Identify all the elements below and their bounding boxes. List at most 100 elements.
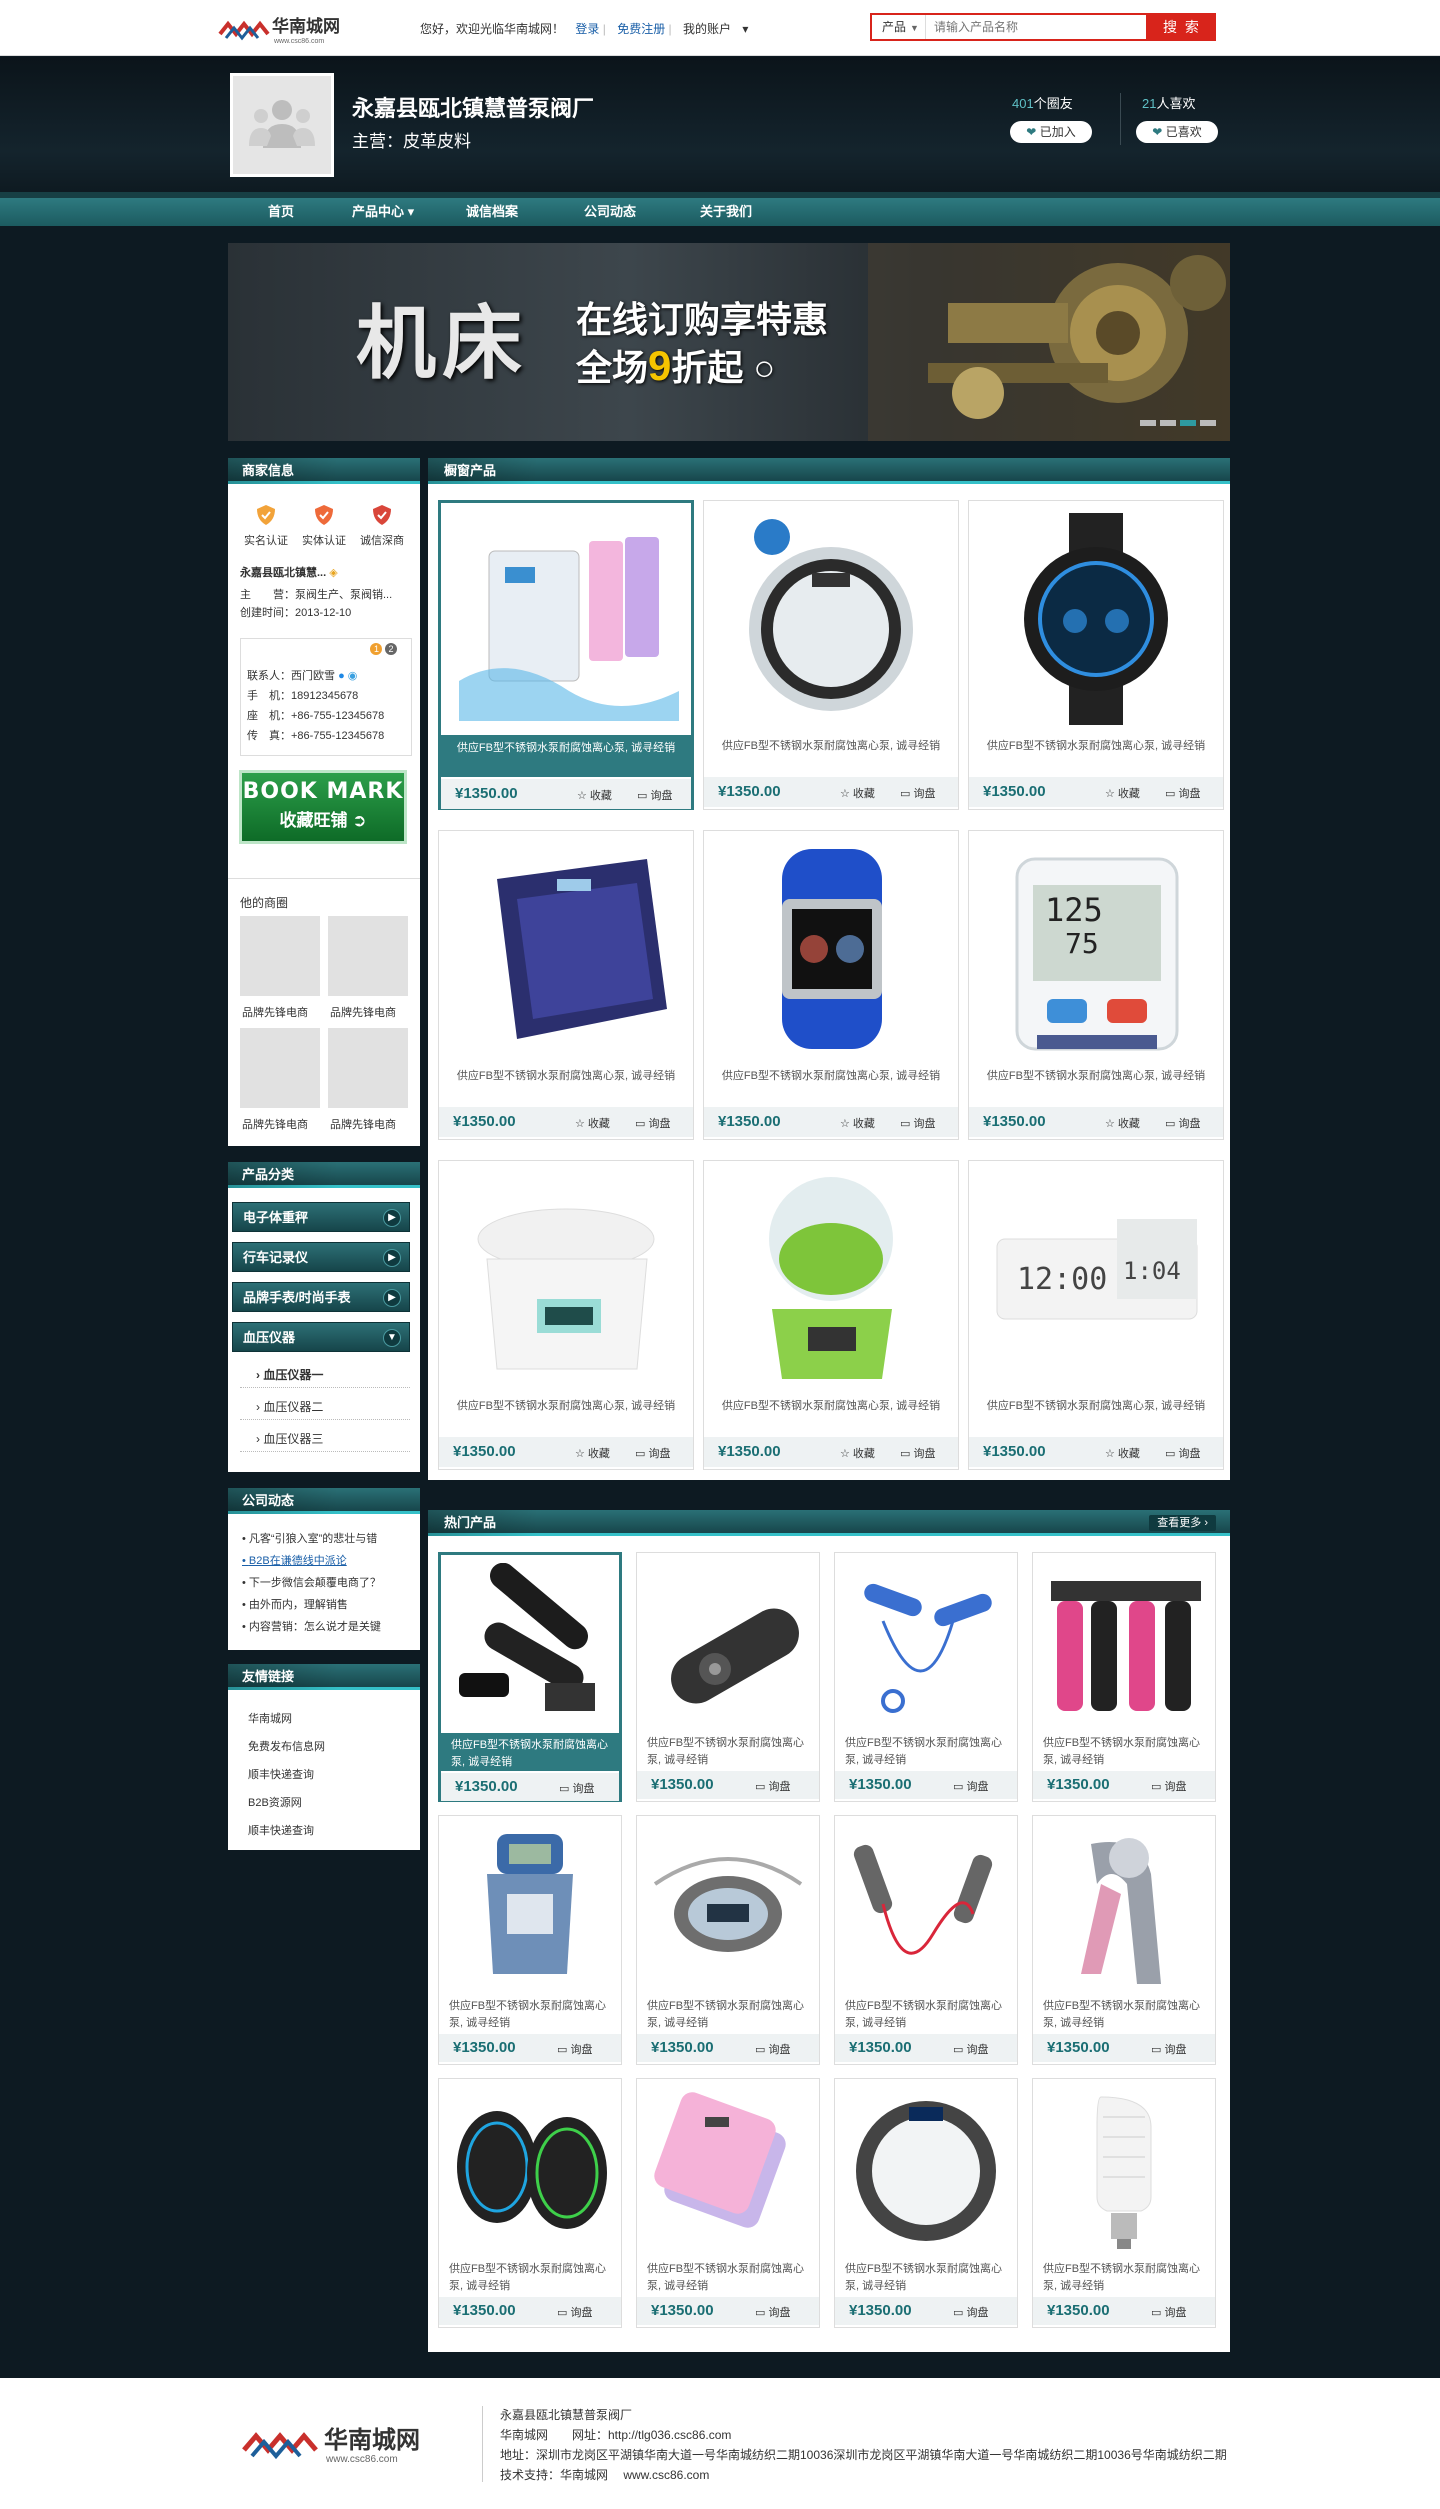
site-logo[interactable]: 华南城网 www.csc86.com	[218, 12, 353, 46]
inquiry-button[interactable]: ▭ 询盘	[1151, 2041, 1186, 2057]
promo-banner[interactable]: 机床 在线订购享特惠 全场9折起 ○	[228, 243, 1230, 441]
product-title[interactable]: 供应FB型不锈钢水泵耐腐蚀离心泵, 诚寻经销	[637, 1994, 819, 2032]
inquiry-button[interactable]: ▭ 询盘	[953, 1778, 988, 1794]
favorite-button[interactable]: ☆ 收藏	[1105, 785, 1140, 801]
inquiry-button[interactable]: ▭ 询盘	[900, 1115, 935, 1131]
pink-scale-icon[interactable]	[645, 2087, 811, 2255]
shop-thumb[interactable]	[328, 916, 408, 996]
scale-icon[interactable]	[449, 511, 687, 731]
product-title[interactable]: 供应FB型不锈钢水泵耐腐蚀离心泵, 诚寻经销	[704, 1393, 958, 1435]
news-item[interactable]: • B2B在谦德线中派论	[242, 1552, 347, 1568]
inquiry-button[interactable]: ▭ 询盘	[1151, 1778, 1186, 1794]
product-title[interactable]: 供应FB型不锈钢水泵耐腐蚀离心泵, 诚寻经销	[439, 1393, 693, 1435]
news-item[interactable]: • 内容营销：怎么说才是关键	[242, 1618, 381, 1634]
login-link[interactable]: 登录	[575, 22, 599, 36]
friend-link[interactable]: 免费发布信息网	[248, 1738, 325, 1754]
product-card[interactable]: 供应FB型不锈钢水泵耐腐蚀离心泵, 诚寻经销 ¥1350.00 ☆ 收藏 ▭ 询盘	[438, 500, 694, 810]
product-card[interactable]: 供应FB型不锈钢水泵耐腐蚀离心泵, 诚寻经销 ¥1350.00 ☆ 收藏 ▭ 询盘	[703, 830, 959, 1140]
product-title[interactable]: 供应FB型不锈钢水泵耐腐蚀离心泵, 诚寻经销	[1033, 1731, 1215, 1769]
hot-product-card[interactable]: 供应FB型不锈钢水泵耐腐蚀离心泵, 诚寻经销 ¥1350.00 ▭ 询盘	[1032, 1815, 1216, 2065]
account-menu[interactable]: 我的账户 ▾	[683, 22, 756, 36]
news-item[interactable]: • 下一步微信会颠覆电商了？	[242, 1574, 381, 1590]
nav-news[interactable]: 公司动态	[584, 198, 636, 226]
favorite-button[interactable]: ☆ 收藏	[1105, 1115, 1140, 1131]
subcategory-item[interactable]: › 血压仪器三	[240, 1426, 410, 1452]
blood-pressure-icon[interactable]: 12575	[977, 839, 1215, 1059]
product-card[interactable]: 供应FB型不锈钢水泵耐腐蚀离心泵, 诚寻经销 ¥1350.00 ☆ 收藏 ▭ 询盘	[438, 1160, 694, 1470]
pen-icon[interactable]	[449, 1563, 615, 1731]
inquiry-button[interactable]: ▭ 询盘	[755, 2304, 790, 2320]
hot-product-card[interactable]: 供应FB型不锈钢水泵耐腐蚀离心泵, 诚寻经销 ¥1350.00 ▭ 询盘	[1032, 2078, 1216, 2328]
product-card[interactable]: 125 75 供应FB型不锈钢水泵耐腐蚀离心泵, 诚寻经销 ¥1350.00 ☆ 收藏 ▭…	[968, 830, 1224, 1140]
pager-dot[interactable]	[1200, 420, 1216, 426]
more-link[interactable]: 查看更多 ›	[1149, 1515, 1216, 1531]
inquiry-button[interactable]: ▭ 询盘	[557, 2041, 592, 2057]
jump-rope-icon[interactable]	[843, 1561, 1009, 1729]
speaker-icon[interactable]	[447, 2087, 613, 2255]
product-title[interactable]: 供应FB型不锈钢水泵耐腐蚀离心泵, 诚寻经销	[704, 1063, 958, 1105]
inquiry-button[interactable]: ▭ 询盘	[953, 2041, 988, 2057]
product-card[interactable]: 供应FB型不锈钢水泵耐腐蚀离心泵, 诚寻经销 ¥1350.00 ☆ 收藏 ▭ 询盘	[703, 500, 959, 810]
favorite-button[interactable]: ☆ 收藏	[840, 1115, 875, 1131]
category-item-expanded[interactable]: 血压仪器 ▼	[232, 1322, 410, 1352]
nav-home[interactable]: 首页	[268, 198, 294, 226]
shop-thumb[interactable]	[240, 1028, 320, 1108]
news-item[interactable]: • 凡客“引狼入室”的悲壮与错	[242, 1530, 377, 1546]
pager-dot[interactable]	[1180, 420, 1196, 426]
shop-thumb-label[interactable]: 品牌先锋电商	[242, 1004, 308, 1020]
inquiry-button[interactable]: ▭ 询盘	[1151, 2304, 1186, 2320]
favorite-button[interactable]: ☆ 收藏	[840, 785, 875, 801]
product-title[interactable]: 供应FB型不锈钢水泵耐腐蚀离心泵, 诚寻经销	[969, 733, 1223, 775]
hot-product-card[interactable]: 供应FB型不锈钢水泵耐腐蚀离心泵, 诚寻经销 ¥1350.00 ▭ 询盘	[834, 2078, 1018, 2328]
bookmark-button[interactable]: BOOK MARK 收藏旺铺 ➲	[239, 770, 407, 844]
product-title[interactable]: 供应FB型不锈钢水泵耐腐蚀离心泵, 诚寻经销	[969, 1393, 1223, 1435]
blue-watch-icon[interactable]	[712, 839, 950, 1059]
product-title[interactable]: 供应FB型不锈钢水泵耐腐蚀离心泵, 诚寻经销	[439, 1063, 693, 1105]
hot-product-card[interactable]: 供应FB型不锈钢水泵耐腐蚀离心泵, 诚寻经销 ¥1350.00 ▭ 询盘	[834, 1552, 1018, 1802]
inquiry-button[interactable]: ▭ 询盘	[559, 1780, 594, 1796]
product-title[interactable]: 供应FB型不锈钢水泵耐腐蚀离心泵, 诚寻经销	[439, 2257, 621, 2295]
favorite-button[interactable]: ☆ 收藏	[575, 1445, 610, 1461]
product-title[interactable]: 供应FB型不锈钢水泵耐腐蚀离心泵, 诚寻经销	[969, 1063, 1223, 1105]
product-title[interactable]: 供应FB型不锈钢水泵耐腐蚀离心泵, 诚寻经销	[439, 1994, 621, 2032]
hot-product-card[interactable]: 供应FB型不锈钢水泵耐腐蚀离心泵, 诚寻经销 ¥1350.00 ▭ 询盘	[438, 2078, 622, 2328]
grip-icon[interactable]	[1041, 1561, 1207, 1729]
inquiry-button[interactable]: ▭ 询盘	[635, 1115, 670, 1131]
product-title[interactable]: 供应FB型不锈钢水泵耐腐蚀离心泵, 诚寻经销	[835, 1994, 1017, 2032]
friend-link[interactable]: 顺丰快递查询	[248, 1822, 314, 1838]
hot-product-card[interactable]: 供应FB型不锈钢水泵耐腐蚀离心泵, 诚寻经销 ¥1350.00 ▭ 询盘	[1032, 1552, 1216, 1802]
inquiry-button[interactable]: ▭ 询盘	[755, 1778, 790, 1794]
product-card[interactable]: 供应FB型不锈钢水泵耐腐蚀离心泵, 诚寻经销 ¥1350.00 ☆ 收藏 ▭ 询盘	[968, 500, 1224, 810]
hot-product-card[interactable]: 供应FB型不锈钢水泵耐腐蚀离心泵, 诚寻经销 ¥1350.00 ▭ 询盘	[834, 1815, 1018, 2065]
friend-link[interactable]: 顺丰快递查询	[248, 1766, 314, 1782]
category-item[interactable]: 行车记录仪 ▶	[232, 1242, 410, 1272]
dynamometer-icon[interactable]	[447, 1824, 613, 1992]
shop-thumb-label[interactable]: 品牌先锋电商	[330, 1116, 396, 1132]
product-title[interactable]: 供应FB型不锈钢水泵耐腐蚀离心泵, 诚寻经销	[441, 1733, 619, 1771]
hot-product-card[interactable]: 供应FB型不锈钢水泵耐腐蚀离心泵, 诚寻经销 ¥1350.00 ▭ 询盘	[438, 1815, 622, 2065]
inquiry-button[interactable]: ▭ 询盘	[1165, 1445, 1200, 1461]
shop-thumb[interactable]	[328, 1028, 408, 1108]
product-title[interactable]: 供应FB型不锈钢水泵耐腐蚀离心泵, 诚寻经销	[441, 735, 691, 777]
inquiry-button[interactable]: ▭ 询盘	[755, 2041, 790, 2057]
product-title[interactable]: 供应FB型不锈钢水泵耐腐蚀离心泵, 诚寻经销	[1033, 1994, 1215, 2032]
category-item[interactable]: 品牌手表/时尚手表 ▶	[232, 1282, 410, 1312]
news-item[interactable]: • 由外而内，理解销售	[242, 1596, 348, 1612]
inquiry-button[interactable]: ▭ 询盘	[953, 2304, 988, 2320]
hot-product-card[interactable]: 供应FB型不锈钢水泵耐腐蚀离心泵, 诚寻经销 ¥1350.00 ▭ 询盘	[636, 2078, 820, 2328]
favorite-button[interactable]: ☆ 收藏	[575, 1115, 610, 1131]
pager-dot[interactable]	[1160, 420, 1176, 426]
liked-button[interactable]: ❤ 已喜欢	[1136, 121, 1218, 143]
product-title[interactable]: 供应FB型不锈钢水泵耐腐蚀离心泵, 诚寻经销	[835, 1731, 1017, 1769]
shop-thumb-label[interactable]: 品牌先锋电商	[242, 1116, 308, 1132]
search-button[interactable]: 搜 索	[1148, 13, 1216, 41]
product-card[interactable]: 12:00 1:04 供应FB型不锈钢水泵耐腐蚀离心泵, 诚寻经销 ¥1350.00 ☆…	[968, 1160, 1224, 1470]
inquiry-button[interactable]: ▭ 询盘	[1165, 1115, 1200, 1131]
kitchen-scale-icon[interactable]	[447, 1169, 685, 1389]
inquiry-button[interactable]: ▭ 询盘	[635, 1445, 670, 1461]
category-item[interactable]: 电子体重秤 ▶	[232, 1202, 410, 1232]
product-title[interactable]: 供应FB型不锈钢水泵耐腐蚀离心泵, 诚寻经销	[1033, 2257, 1215, 2295]
pager-dot[interactable]	[1140, 420, 1156, 426]
inquiry-button[interactable]: ▭ 询盘	[637, 787, 672, 803]
nav-credit[interactable]: 诚信档案	[466, 198, 518, 226]
